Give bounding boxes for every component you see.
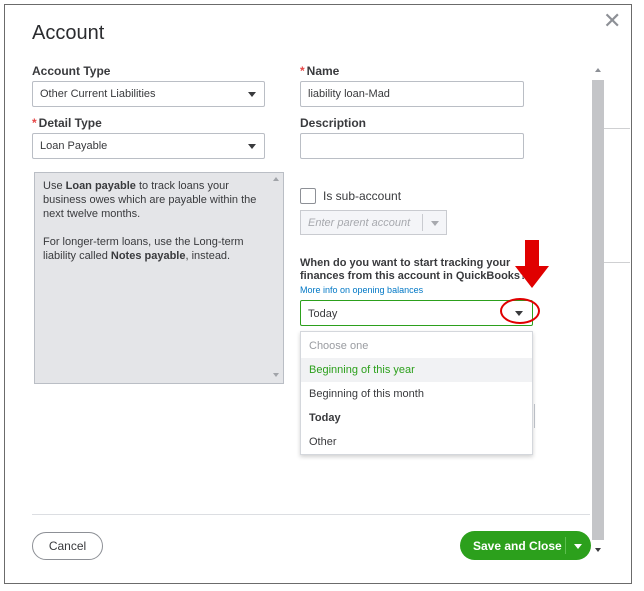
chevron-down-icon[interactable] — [574, 544, 582, 549]
obscured-field-edge — [531, 404, 535, 428]
detail-type-label: * Detail Type — [32, 116, 102, 130]
help-text-bold: Notes payable — [110, 250, 186, 262]
dropdown-option-today[interactable]: Today — [301, 406, 532, 430]
detail-type-value: Loan Payable — [40, 140, 108, 152]
footer-divider — [32, 514, 590, 515]
sub-account-label: Is sub-account — [323, 189, 402, 203]
scroll-up-icon[interactable] — [595, 68, 601, 72]
close-icon[interactable]: ✕ — [603, 10, 621, 32]
divider — [422, 214, 423, 231]
chevron-down-icon — [248, 92, 256, 97]
opening-balance-value: Today — [308, 308, 338, 320]
name-label-text: Name — [306, 64, 340, 78]
dropdown-option-beginning-of-month[interactable]: Beginning of this month — [301, 382, 532, 406]
scroll-down-icon[interactable] — [595, 548, 601, 552]
account-type-label: Account Type — [32, 64, 111, 78]
opening-balance-question: When do you want to start tracking your … — [300, 257, 527, 282]
dialog-title: Account — [32, 22, 105, 44]
detail-type-help-panel: Use Loan payable to track loans your bus… — [34, 172, 284, 384]
name-label: * Name — [300, 64, 339, 78]
chevron-down-icon — [431, 221, 439, 226]
opening-balance-select[interactable]: Today — [300, 300, 533, 326]
save-and-close-button[interactable]: Save and Close — [460, 531, 591, 560]
detail-type-label-text: Detail Type — [38, 116, 102, 130]
opening-balance-info-link[interactable]: More info on opening balances — [300, 285, 423, 295]
account-type-value: Other Current Liabilities — [40, 88, 156, 100]
sub-account-checkbox[interactable] — [300, 188, 316, 204]
cancel-button[interactable]: Cancel — [32, 532, 103, 560]
annotation-highlight-ellipse — [500, 298, 540, 324]
parent-account-placeholder: Enter parent account — [308, 217, 411, 229]
annotation-arrow — [515, 240, 549, 288]
dropdown-option-beginning-of-year[interactable]: Beginning of this year — [301, 358, 532, 382]
name-value: liability loan-Mad — [308, 88, 390, 100]
dropdown-option-other[interactable]: Other — [301, 430, 532, 454]
opening-balance-dropdown: Choose one Beginning of this year Beginn… — [300, 331, 533, 455]
description-input[interactable] — [300, 133, 524, 159]
required-mark: * — [300, 64, 305, 78]
scroll-up-icon[interactable] — [273, 177, 279, 181]
scrollbar-thumb[interactable] — [592, 80, 604, 540]
background-line — [604, 128, 630, 129]
help-text-bold: Loan payable — [65, 180, 136, 192]
detail-type-select[interactable]: Loan Payable — [32, 133, 265, 159]
help-text: Use Loan payable to track loans your bus… — [43, 179, 265, 277]
description-label: Description — [300, 116, 367, 130]
help-text-part: Use — [43, 180, 66, 192]
save-and-close-label: Save and Close — [473, 539, 562, 553]
required-mark: * — [32, 116, 37, 130]
dropdown-option-choose-one: Choose one — [309, 340, 369, 352]
scroll-down-icon[interactable] — [273, 373, 279, 377]
help-text-part: , instead. — [185, 250, 231, 262]
background-line — [604, 262, 630, 263]
divider — [565, 537, 566, 554]
parent-account-select[interactable]: Enter parent account — [300, 210, 447, 235]
account-type-select[interactable]: Other Current Liabilities — [32, 81, 265, 107]
name-input[interactable]: liability loan-Mad — [300, 81, 524, 107]
chevron-down-icon — [248, 144, 256, 149]
